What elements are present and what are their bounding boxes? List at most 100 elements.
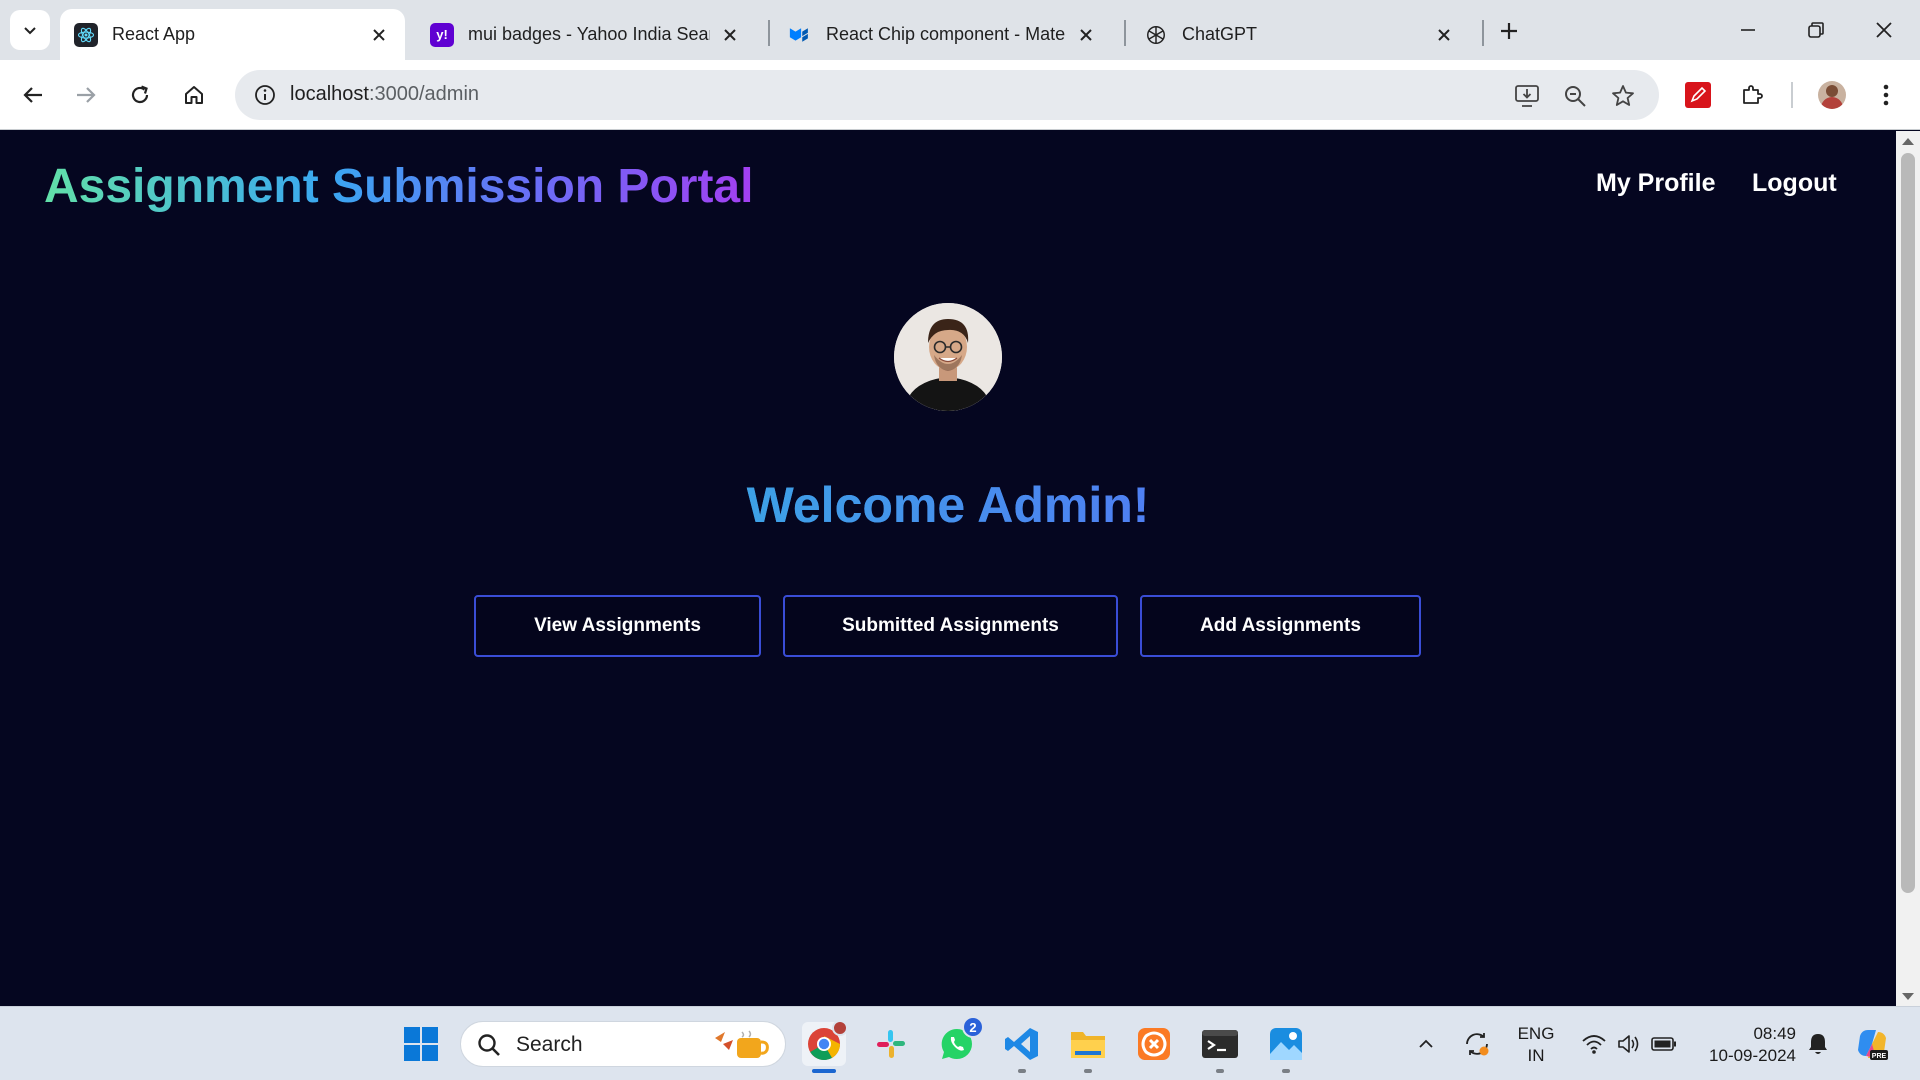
- show-hidden-icons-button[interactable]: [1408, 1022, 1444, 1066]
- tab-react-app[interactable]: React App: [60, 9, 405, 60]
- restore-button[interactable]: [1794, 12, 1838, 48]
- brand-title[interactable]: Assignment Submission Portal: [44, 159, 753, 214]
- chevron-down-icon: [24, 27, 36, 35]
- explorer-running-indicator: [1084, 1069, 1092, 1073]
- photos-taskbar-icon[interactable]: [1264, 1022, 1308, 1066]
- file-explorer-taskbar-icon[interactable]: [1066, 1022, 1110, 1066]
- photos-running-indicator: [1282, 1069, 1290, 1073]
- site-info-icon[interactable]: [251, 81, 279, 109]
- tab-bar: React App y! mui badges - Yahoo India Se…: [0, 0, 1920, 60]
- battery-icon: [1651, 1037, 1676, 1051]
- arrow-left-icon: [23, 87, 42, 103]
- wifi-icon: [1582, 1035, 1606, 1054]
- avatar: [1818, 81, 1846, 109]
- add-assignments-button[interactable]: Add Assignments: [1140, 595, 1421, 657]
- tab-separator: [1482, 20, 1484, 46]
- tea-cup-icon: [711, 1028, 771, 1062]
- folder-icon: [1071, 1032, 1105, 1058]
- toolbar-separator: [1791, 82, 1793, 108]
- whatsapp-badge: 2: [962, 1016, 984, 1038]
- page-scrollbar[interactable]: [1896, 131, 1920, 1006]
- tab-title: ChatGPT: [1182, 24, 1258, 44]
- close-icon: [1876, 22, 1892, 38]
- browser-menu-button[interactable]: [1865, 74, 1907, 116]
- tab-mui-chip[interactable]: React Chip component - Material UI: [774, 9, 1112, 60]
- minimize-button[interactable]: [1726, 12, 1770, 48]
- clock-time: 08:49: [1753, 1024, 1796, 1043]
- reload-button[interactable]: [119, 74, 161, 116]
- vscode-taskbar-icon[interactable]: [1000, 1022, 1044, 1066]
- tab-title: mui badges - Yahoo India Search: [468, 24, 710, 44]
- slack-icon: [877, 1030, 905, 1058]
- url-text[interactable]: localhost:3000/admin: [290, 83, 479, 106]
- arrow-right-icon: [77, 87, 96, 103]
- windows-taskbar: Search 2 ENG IN 08:49 10-09-2024 PRE: [0, 1006, 1920, 1080]
- more-vert-icon: [1883, 84, 1889, 106]
- restore-icon: [1808, 22, 1824, 38]
- sync-tray-button[interactable]: [1457, 1022, 1497, 1066]
- copilot-button[interactable]: PRE: [1850, 1022, 1894, 1066]
- clock-date: 10-09-2024: [1709, 1046, 1796, 1065]
- extensions-button[interactable]: [1731, 74, 1773, 116]
- sync-icon: [1466, 1033, 1489, 1056]
- terminal-taskbar-icon[interactable]: [1198, 1022, 1242, 1066]
- start-button[interactable]: [399, 1022, 443, 1066]
- mui-icon: [788, 23, 812, 47]
- tab-chatgpt[interactable]: ChatGPT: [1130, 9, 1470, 60]
- notifications-button[interactable]: [1800, 1022, 1836, 1066]
- forward-button[interactable]: [65, 74, 107, 116]
- pencil-icon: [1685, 82, 1711, 108]
- chevron-up-icon: [1419, 1039, 1433, 1048]
- reload-icon: [131, 85, 149, 104]
- my-profile-link[interactable]: My Profile: [1596, 169, 1715, 198]
- region-code: IN: [1527, 1046, 1545, 1065]
- view-assignments-button[interactable]: View Assignments: [474, 595, 761, 657]
- volume-icon: [1618, 1035, 1639, 1053]
- clock[interactable]: 08:49 10-09-2024: [1698, 1023, 1796, 1067]
- tab-yahoo-search[interactable]: y! mui badges - Yahoo India Search: [416, 9, 756, 60]
- react-icon: [74, 22, 98, 47]
- url-host: localhost: [290, 83, 369, 105]
- bookmark-star-icon[interactable]: [1608, 81, 1638, 111]
- browser-toolbar: localhost:3000/admin: [0, 60, 1920, 130]
- chrome-taskbar-icon[interactable]: [802, 1020, 848, 1066]
- page-content: Assignment Submission Portal My Profile …: [0, 131, 1896, 1006]
- minimize-icon: [1741, 29, 1755, 31]
- close-icon[interactable]: [1074, 23, 1098, 47]
- slack-taskbar-icon[interactable]: [869, 1022, 913, 1066]
- scrollbar-thumb[interactable]: [1901, 153, 1915, 893]
- language-indicator[interactable]: ENG IN: [1506, 1023, 1566, 1067]
- network-volume-battery-button[interactable]: [1572, 1022, 1686, 1066]
- xampp-taskbar-icon[interactable]: [1132, 1022, 1176, 1066]
- taskbar-search[interactable]: Search: [460, 1021, 786, 1067]
- vscode-icon: [1005, 1028, 1038, 1060]
- tab-search-button[interactable]: [10, 10, 50, 50]
- url-path: :3000/admin: [368, 83, 480, 105]
- address-bar[interactable]: localhost:3000/admin: [235, 70, 1659, 120]
- tab-separator: [768, 20, 770, 46]
- submitted-assignments-button[interactable]: Submitted Assignments: [783, 595, 1118, 657]
- close-icon[interactable]: [718, 23, 742, 47]
- terminal-running-indicator: [1216, 1069, 1224, 1073]
- welcome-text: Welcome Admin!: [746, 477, 1150, 533]
- close-icon[interactable]: [1432, 23, 1456, 47]
- admin-avatar: [894, 303, 1002, 411]
- scroll-down-arrow[interactable]: [1902, 993, 1914, 1000]
- profile-button[interactable]: [1811, 74, 1853, 116]
- puzzle-icon: [1743, 85, 1763, 104]
- close-icon[interactable]: [367, 23, 391, 47]
- scroll-up-arrow[interactable]: [1902, 138, 1914, 145]
- zoom-icon[interactable]: [1560, 81, 1590, 111]
- close-window-button[interactable]: [1862, 12, 1906, 48]
- home-button[interactable]: [173, 74, 215, 116]
- bell-icon: [1809, 1034, 1827, 1054]
- vscode-running-indicator: [1018, 1069, 1026, 1073]
- windows-logo-icon: [404, 1027, 438, 1061]
- back-button[interactable]: [12, 74, 54, 116]
- tab-separator: [1124, 20, 1126, 46]
- logout-link[interactable]: Logout: [1752, 169, 1837, 198]
- extension-pencil-button[interactable]: [1677, 74, 1719, 116]
- install-app-icon[interactable]: [1512, 81, 1542, 111]
- whatsapp-taskbar-icon[interactable]: 2: [935, 1016, 984, 1066]
- new-tab-button[interactable]: [1494, 16, 1524, 46]
